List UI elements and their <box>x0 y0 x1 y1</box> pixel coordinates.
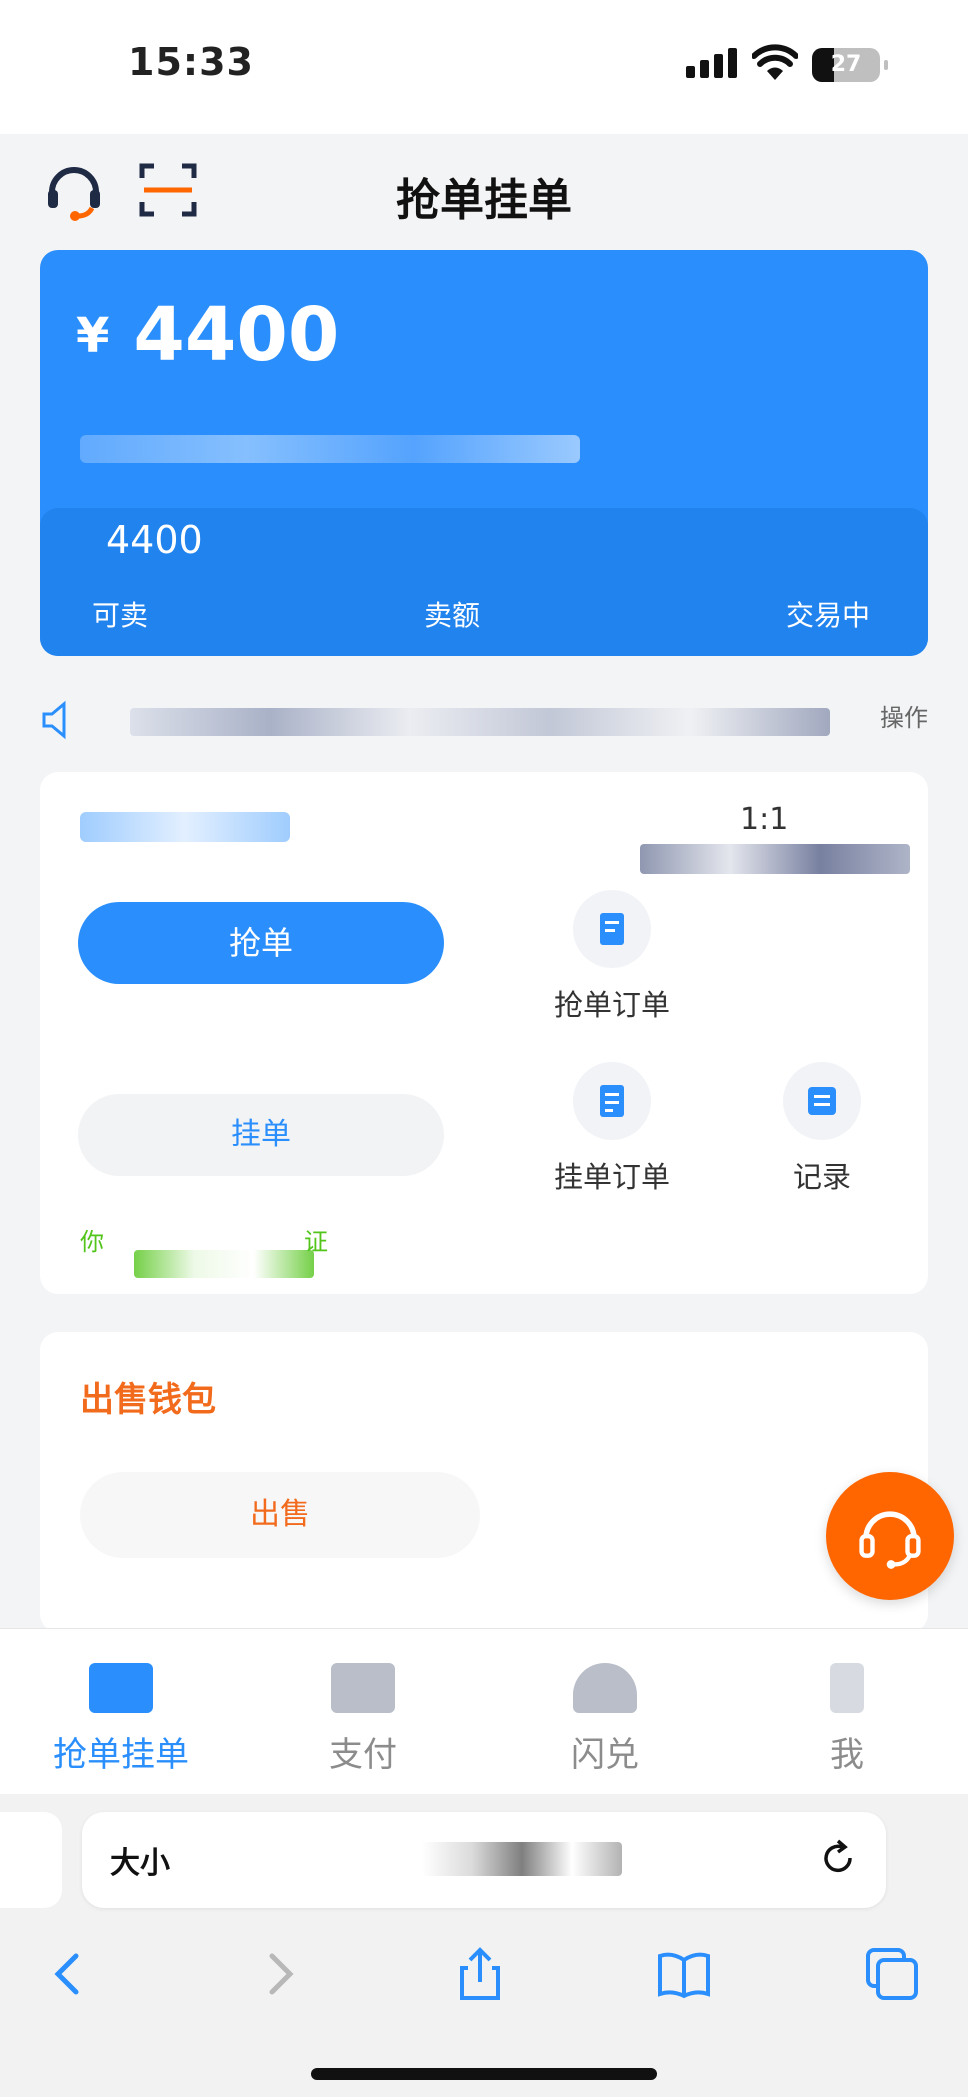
currency-symbol: ¥ <box>76 308 110 364</box>
balance-card: ¥4400 4400 可卖 卖额 交易中 <box>40 250 928 656</box>
place-orders-label: 挂单订单 <box>553 1160 670 1194</box>
amount-label: 卖额 <box>424 599 481 632</box>
tab-label: 抢单挂单 <box>53 1735 189 1775</box>
order-panel: 1:1 抢单 挂单 抢单订单 挂单订单 记录 你 证 <box>40 772 928 1294</box>
battery-percent: 27 <box>830 52 862 77</box>
balance-value: 4400 <box>133 292 340 378</box>
tab-me[interactable]: 我 <box>726 1629 968 1795</box>
available-value: 4400 <box>106 518 203 562</box>
tab-label: 闪兑 <box>571 1735 639 1775</box>
status-bar: 15:33 27 <box>0 0 968 134</box>
grab-orders-label: 抢单订单 <box>553 988 670 1022</box>
user-icon <box>830 1663 864 1713</box>
status-time: 15:33 <box>128 40 254 84</box>
reload-icon[interactable] <box>816 1836 860 1880</box>
order-panel-title-redacted <box>80 812 290 842</box>
ratio-detail-redacted <box>640 844 910 874</box>
records-entry[interactable]: 记录 <box>732 1062 912 1196</box>
tab-label: 支付 <box>329 1735 397 1775</box>
sell-button[interactable]: 出售 <box>80 1472 480 1558</box>
notice-bar[interactable]: 操作 <box>40 690 928 746</box>
balance-amount: ¥4400 <box>76 292 339 378</box>
back-icon[interactable] <box>40 1944 100 2004</box>
text-size-button[interactable]: 大小 <box>110 1838 170 1882</box>
tip-text-end: 证 <box>304 1228 328 1256</box>
tab-exchange[interactable]: 闪兑 <box>484 1629 726 1795</box>
exchange-ratio: 1:1 <box>740 802 789 837</box>
grab-order-button[interactable]: 抢单 <box>78 902 444 984</box>
tip-text-redacted <box>134 1250 314 1278</box>
place-orders-entry[interactable]: 挂单订单 <box>522 1062 702 1196</box>
tab-label: 我 <box>830 1735 864 1775</box>
order-icon <box>573 890 651 968</box>
record-icon <box>783 1062 861 1140</box>
tab-home-icon <box>89 1663 153 1713</box>
tip-text-start: 你 <box>80 1228 104 1256</box>
bookmarks-icon[interactable] <box>654 1944 714 2004</box>
notice-text-redacted <box>130 708 830 736</box>
place-order-button[interactable]: 挂单 <box>78 1094 444 1176</box>
available-label: 可卖 <box>92 599 149 632</box>
exchange-icon <box>573 1663 637 1713</box>
tab-pay[interactable]: 支付 <box>242 1629 484 1795</box>
page-title: 抢单挂单 <box>396 175 572 226</box>
share-icon[interactable] <box>450 1944 510 2004</box>
list-icon <box>573 1062 651 1140</box>
cellular-signal-icon <box>686 48 737 78</box>
trading-label: 交易中 <box>786 599 871 632</box>
forward-icon[interactable] <box>248 1944 308 2004</box>
notice-action[interactable]: 操作 <box>880 698 928 733</box>
grab-orders-entry[interactable]: 抢单订单 <box>522 890 702 1024</box>
page-header: 抢单挂单 <box>0 134 968 248</box>
address-bar[interactable]: 大小 <box>82 1812 886 1908</box>
sell-panel: 出售钱包 出售 <box>40 1332 928 1632</box>
bottom-tabbar: 抢单挂单 支付 闪兑 我 <box>0 1628 968 1794</box>
tab-grab-orders[interactable]: 抢单挂单 <box>0 1629 242 1795</box>
wifi-icon <box>752 44 798 80</box>
tabs-icon[interactable] <box>862 1944 922 2004</box>
battery-icon: 27 <box>812 48 888 82</box>
balance-subtext-redacted <box>80 435 580 463</box>
headset-icon <box>859 1511 921 1569</box>
previous-tab-preview[interactable] <box>0 1812 62 1908</box>
url-text-redacted <box>422 1842 622 1876</box>
records-label: 记录 <box>792 1160 851 1194</box>
speaker-icon <box>42 700 66 740</box>
sell-panel-title: 出售钱包 <box>80 1380 216 1420</box>
support-fab[interactable] <box>826 1472 954 1600</box>
wallet-icon <box>331 1663 395 1713</box>
browser-toolbar: 大小 <box>0 1794 968 2097</box>
home-indicator <box>311 2068 657 2080</box>
